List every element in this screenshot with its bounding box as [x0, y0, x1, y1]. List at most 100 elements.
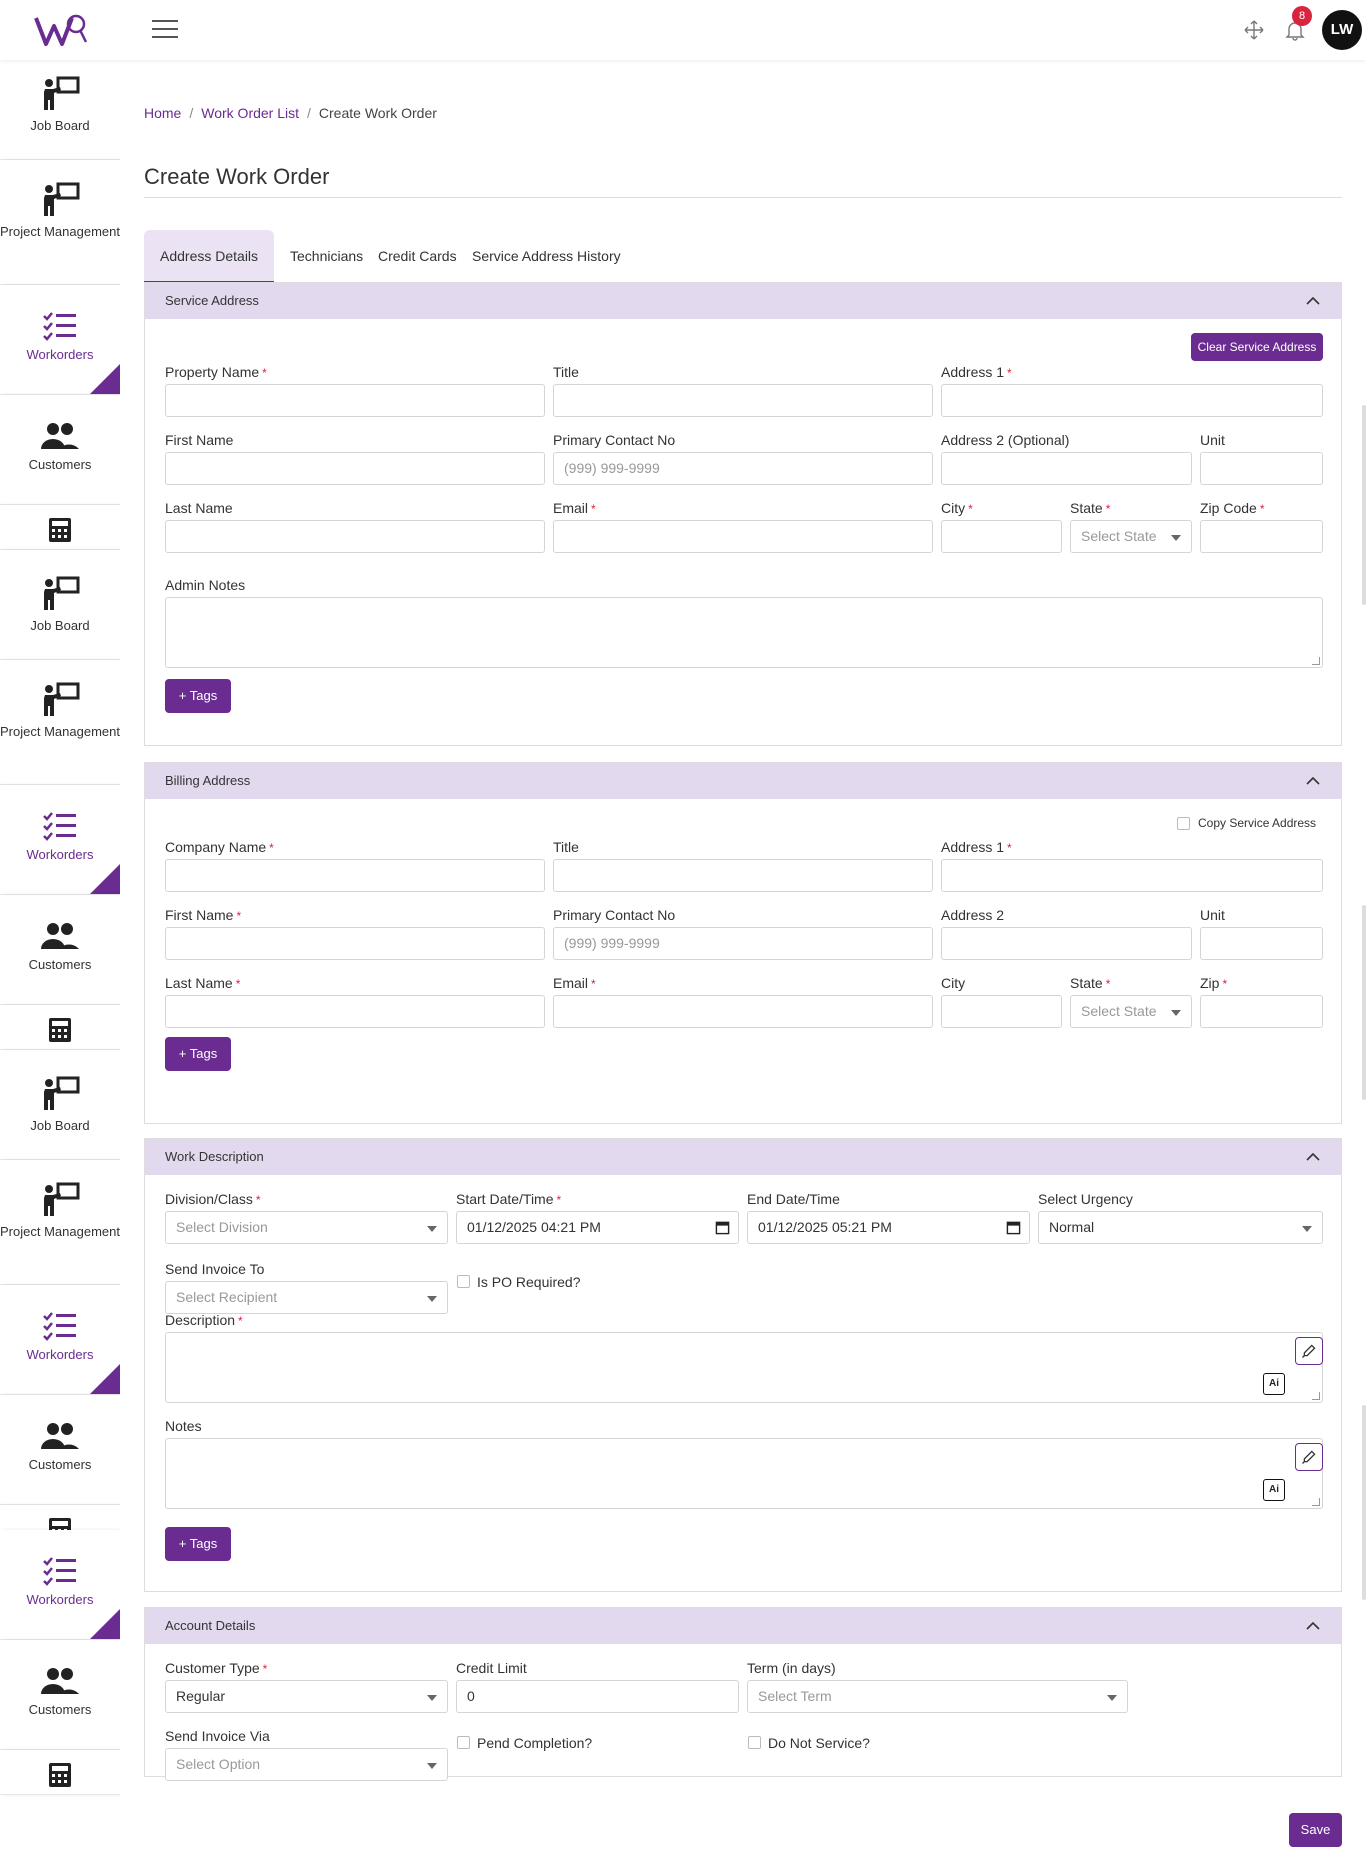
breadcrumb-home[interactable]: Home	[144, 105, 181, 121]
microphone-icon[interactable]	[1295, 1337, 1323, 1365]
tab-service-address-history[interactable]: Service Address History	[456, 230, 637, 283]
sidebar-item-customers[interactable]: Customers	[0, 395, 120, 505]
pend-completion-checkbox[interactable]	[457, 1736, 470, 1749]
division-label: Division/Class *	[165, 1191, 261, 1207]
breadcrumb: Home / Work Order List / Create Work Order	[144, 105, 437, 121]
sidebar-item-customers[interactable]: Customers	[0, 1395, 120, 1505]
state-select[interactable]: Select State	[1070, 520, 1192, 553]
calendar-icon[interactable]	[1006, 1220, 1021, 1235]
chevron-up-icon[interactable]	[1305, 1149, 1321, 1165]
sidebar-item-job-board[interactable]: Job Board	[0, 1050, 120, 1160]
address1-input[interactable]	[941, 384, 1323, 417]
sidebar-item-workorders[interactable]: Workorders	[0, 1530, 120, 1640]
address2-input[interactable]	[941, 452, 1192, 485]
scrollbar[interactable]	[1362, 905, 1366, 1100]
chevron-up-icon[interactable]	[1305, 293, 1321, 309]
save-button[interactable]: Save	[1289, 1813, 1342, 1847]
invoice-via-select[interactable]: Select Option	[165, 1748, 448, 1781]
last-name-input[interactable]	[165, 995, 545, 1028]
sidebar-item-project-management[interactable]: Project Management	[0, 660, 120, 785]
po-required-label: Is PO Required?	[477, 1274, 581, 1290]
email-input[interactable]	[553, 520, 933, 553]
app-logo[interactable]	[34, 12, 88, 48]
address1-input[interactable]	[941, 859, 1323, 892]
title-input[interactable]	[553, 859, 933, 892]
po-required-checkbox[interactable]	[457, 1275, 470, 1288]
ai-assist-button[interactable]: Ai	[1263, 1479, 1285, 1501]
primary-contact-label: Primary Contact No	[553, 432, 676, 448]
title-input[interactable]	[553, 384, 933, 417]
presenter-board-icon	[0, 576, 120, 612]
clear-service-address-button[interactable]: Clear Service Address	[1191, 333, 1323, 361]
sidebar-item-workorders[interactable]: Workorders	[0, 285, 120, 395]
credit-limit-input[interactable]: 0	[456, 1680, 739, 1713]
recipient-select[interactable]: Select Recipient	[165, 1281, 448, 1314]
tab-address-details[interactable]: Address Details	[144, 230, 275, 283]
start-datetime-label: Start Date/Time *	[456, 1191, 562, 1207]
property-name-input[interactable]	[165, 384, 545, 417]
urgency-select[interactable]: Normal	[1038, 1211, 1323, 1244]
chevron-up-icon[interactable]	[1305, 1618, 1321, 1634]
unit-input[interactable]	[1200, 452, 1323, 485]
sidebar-item-label: Project Management	[0, 1224, 120, 1239]
first-name-input[interactable]	[165, 452, 545, 485]
division-select[interactable]: Select Division	[165, 1211, 448, 1244]
email-input[interactable]	[553, 995, 933, 1028]
breadcrumb-separator: /	[189, 105, 194, 121]
add-tags-button[interactable]: + Tags	[165, 679, 231, 713]
sidebar-item-calculator[interactable]	[0, 505, 120, 550]
state-select[interactable]: Select State	[1070, 995, 1192, 1028]
calendar-icon[interactable]	[715, 1220, 730, 1235]
sidebar-item-label: Workorders	[26, 1347, 94, 1362]
menu-icon[interactable]	[152, 20, 178, 40]
description-textarea[interactable]: Ai	[165, 1332, 1323, 1403]
section-title: Service Address	[165, 293, 259, 308]
microphone-icon[interactable]	[1295, 1443, 1323, 1471]
move-icon[interactable]	[1242, 18, 1266, 42]
scrollbar[interactable]	[1362, 1405, 1366, 1600]
ai-assist-button[interactable]: Ai	[1263, 1373, 1285, 1395]
term-select[interactable]: Select Term	[747, 1680, 1128, 1713]
section-header[interactable]: Work Description	[145, 1139, 1341, 1175]
zip-input[interactable]	[1200, 520, 1323, 553]
chevron-up-icon[interactable]	[1305, 773, 1321, 789]
do-not-service-checkbox[interactable]	[748, 1736, 761, 1749]
city-input[interactable]	[941, 995, 1062, 1028]
sidebar-item-job-board[interactable]: Job Board	[0, 550, 120, 660]
breadcrumb-work-order-list[interactable]: Work Order List	[201, 105, 299, 121]
sidebar-item-job-board[interactable]: Job Board	[0, 60, 120, 160]
sidebar-item-calculator[interactable]	[0, 1750, 120, 1795]
unit-input[interactable]	[1200, 927, 1323, 960]
sidebar-item-customers[interactable]: Customers	[0, 1640, 120, 1750]
sidebar-item-project-management[interactable]: Project Management	[0, 1160, 120, 1285]
section-header[interactable]: Billing Address	[145, 763, 1341, 799]
sidebar-item-customers[interactable]: Customers	[0, 895, 120, 1005]
copy-service-address-checkbox[interactable]	[1177, 817, 1190, 830]
sidebar-item-project-management[interactable]: Project Management	[0, 160, 120, 285]
sidebar-item-calculator[interactable]	[0, 1005, 120, 1050]
primary-contact-input[interactable]: (999) 999-9999	[553, 927, 933, 960]
end-datetime-input[interactable]: 01/12/2025 05:21 PM	[747, 1211, 1030, 1244]
admin-notes-textarea[interactable]	[165, 597, 1323, 668]
company-name-input[interactable]	[165, 859, 545, 892]
checklist-icon	[0, 311, 120, 341]
first-name-input[interactable]	[165, 927, 545, 960]
sidebar-item-workorders[interactable]: Workorders	[0, 1285, 120, 1395]
add-tags-button[interactable]: + Tags	[165, 1527, 231, 1561]
add-tags-button[interactable]: + Tags	[165, 1037, 231, 1071]
scrollbar[interactable]	[1362, 405, 1366, 605]
city-input[interactable]	[941, 520, 1062, 553]
admin-notes-label: Admin Notes	[165, 577, 246, 593]
notes-textarea[interactable]: Ai	[165, 1438, 1323, 1509]
address2-input[interactable]	[941, 927, 1192, 960]
section-header[interactable]: Service Address	[145, 283, 1341, 319]
zip-input[interactable]	[1200, 995, 1323, 1028]
avatar[interactable]: LW	[1322, 10, 1362, 50]
start-datetime-input[interactable]: 01/12/2025 04:21 PM	[456, 1211, 739, 1244]
sidebar-item-workorders[interactable]: Workorders	[0, 785, 120, 895]
customer-type-select[interactable]: Regular	[165, 1680, 448, 1713]
account-details-section: Account Details Customer Type * Regular C…	[144, 1607, 1342, 1781]
last-name-input[interactable]	[165, 520, 545, 553]
primary-contact-input[interactable]: (999) 999-9999	[553, 452, 933, 485]
section-header[interactable]: Account Details	[145, 1608, 1341, 1644]
